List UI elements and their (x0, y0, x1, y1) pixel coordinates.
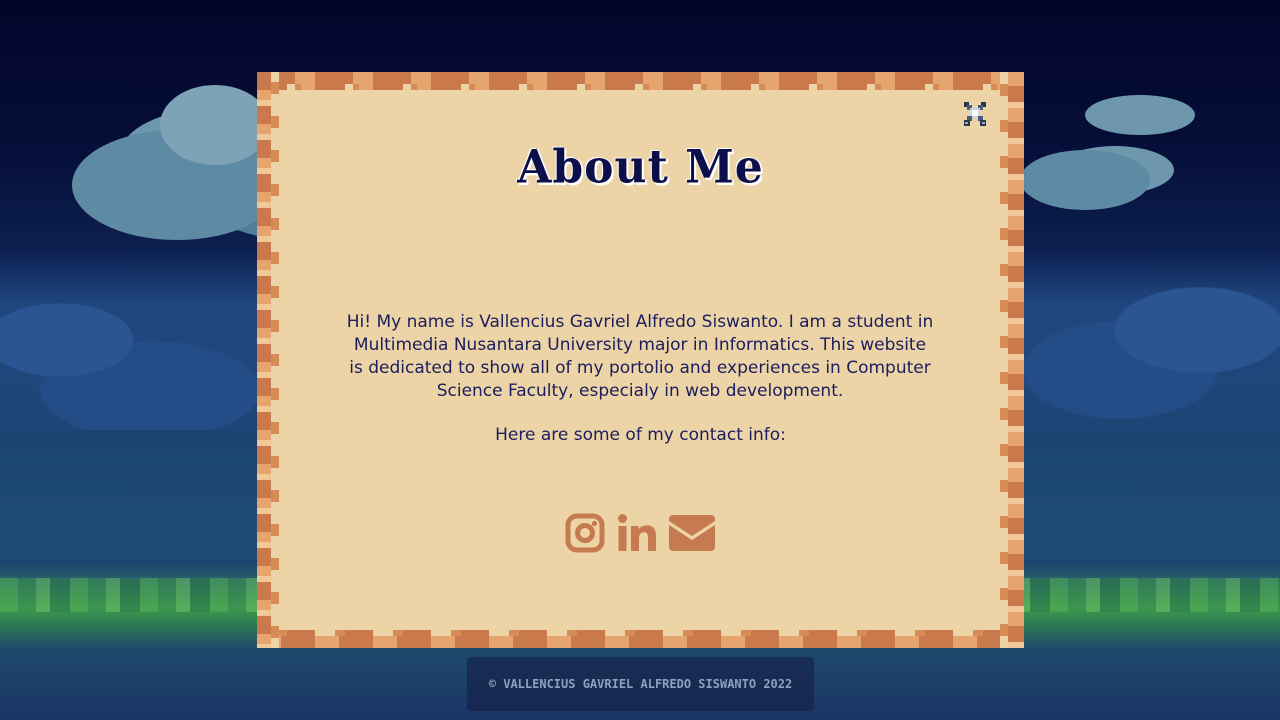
cloud-right (1020, 150, 1150, 210)
linkedin-icon (618, 514, 656, 551)
about-me-modal: About Me Hi! My name is Vallencius Gavri… (257, 72, 1024, 648)
close-button[interactable] (962, 100, 988, 128)
copyright-text: © VALLENCIUS GAVRIEL ALFREDO SISWANTO 20… (488, 677, 793, 691)
close-icon (964, 102, 986, 126)
contact-label: Here are some of my contact info: (495, 425, 786, 445)
modal-title: About Me (517, 140, 764, 195)
email-link[interactable] (669, 514, 715, 556)
cloud-right-top (1085, 95, 1195, 135)
footer: © VALLENCIUS GAVRIEL ALFREDO SISWANTO 20… (467, 657, 814, 711)
linkedin-link[interactable] (617, 513, 657, 557)
email-icon (669, 515, 715, 551)
instagram-link[interactable] (565, 513, 605, 557)
instagram-icon (565, 513, 605, 553)
modal-border-bottom (257, 630, 1024, 648)
modal-border-top (257, 72, 1024, 90)
social-links (565, 512, 715, 558)
bio-text: Hi! My name is Vallencius Gavriel Alfred… (346, 312, 934, 401)
cloud-left-top (160, 85, 270, 165)
